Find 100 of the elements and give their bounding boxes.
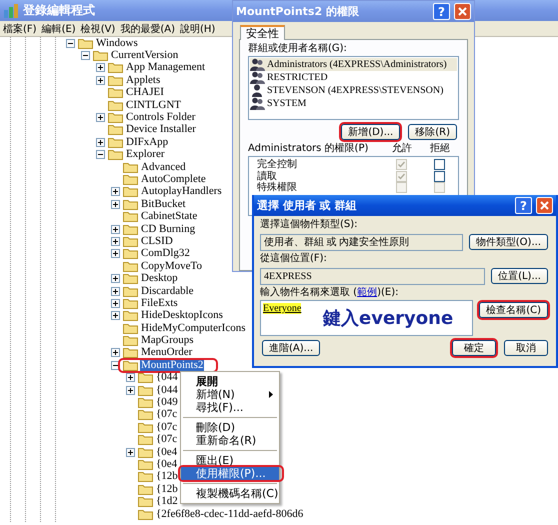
expand-toggle-icon[interactable] <box>96 138 105 147</box>
menu-item[interactable]: 我的最愛(A) <box>120 22 175 36</box>
tree-item[interactable]: AutoplayHandlers <box>140 186 223 198</box>
dialog-button[interactable]: 新增(D)... <box>341 124 400 140</box>
menu-item[interactable]: 複製機碼名稱(C) <box>181 487 279 500</box>
tree-item[interactable]: CLSID <box>140 236 174 247</box>
expand-toggle-icon[interactable] <box>96 113 105 122</box>
user-list-item[interactable]: RESTRICTED <box>250 71 457 84</box>
tree-item[interactable]: ComDlg32 <box>140 248 191 260</box>
object-types-button[interactable]: 物件類型(O)... <box>468 234 548 250</box>
menu-item[interactable]: 尋找(F)... <box>181 401 279 414</box>
tree-item[interactable]: AutoComplete <box>140 174 207 185</box>
locations-button[interactable]: 位置(L)... <box>491 268 548 284</box>
tree-item[interactable]: Advanced <box>140 162 187 173</box>
menu-item[interactable]: 展開 <box>181 375 279 388</box>
expand-toggle-icon[interactable] <box>111 360 120 370</box>
tree-item[interactable]: App Management <box>125 62 206 74</box>
tree-item[interactable]: HideDesktopIcons <box>140 310 224 322</box>
menu-item[interactable]: 編輯(E) <box>42 22 76 36</box>
menu-item[interactable]: 重新命名(R) <box>181 434 279 447</box>
tree-item[interactable]: Explorer <box>125 149 166 160</box>
expand-toggle-icon[interactable] <box>111 187 120 196</box>
menu-item[interactable]: 說明(H) <box>180 22 216 36</box>
folder-icon <box>138 434 153 446</box>
users-label: 群組或使用者名稱(G): <box>248 43 348 55</box>
tree-item[interactable]: {07c <box>155 434 178 446</box>
expand-toggle-icon[interactable] <box>111 311 120 320</box>
tree-item[interactable]: {07c <box>155 409 178 420</box>
expand-toggle-icon[interactable] <box>111 224 120 234</box>
tree-item[interactable]: {07c <box>155 422 178 433</box>
tree-item[interactable]: Applets <box>125 74 162 86</box>
expand-toggle-icon[interactable] <box>81 51 90 60</box>
tree-item[interactable]: FileExts <box>140 298 179 309</box>
advanced-button[interactable]: 進階(A)... <box>262 340 320 356</box>
menu-item[interactable]: 新增(N) <box>181 388 279 401</box>
dialog-button[interactable]: 移除(R) <box>408 124 457 140</box>
menu-item[interactable]: 使用權限(P)... <box>181 467 279 480</box>
menu-item[interactable]: 檢視(V) <box>80 22 116 36</box>
object-type-field[interactable]: 使用者、群組 或 內建安全性原則 <box>260 234 463 250</box>
tree-item[interactable]: CHAJEI <box>125 87 165 98</box>
help-button[interactable]: ? <box>433 3 450 20</box>
user-list-item[interactable]: Administrators (4EXPRESS\Administrators) <box>250 58 457 71</box>
expand-toggle-icon[interactable] <box>111 236 120 246</box>
user-list-item[interactable]: SYSTEM <box>250 97 457 110</box>
close-icon[interactable] <box>454 3 471 20</box>
tree-item[interactable]: Controls Folder <box>125 112 196 124</box>
tree-item[interactable]: CINTLGNT <box>125 100 182 111</box>
tree-item[interactable]: CabinetState <box>140 211 198 222</box>
tree-item[interactable]: {0e4 <box>155 458 178 470</box>
tree-item[interactable]: {0e4 <box>155 446 178 458</box>
tree-item[interactable]: Windows <box>95 38 139 49</box>
tree-item[interactable]: {044 <box>155 372 179 384</box>
expand-toggle-icon[interactable] <box>111 348 120 358</box>
tree-item[interactable]: CD Burning <box>140 224 196 235</box>
examples-link[interactable]: 範例 <box>357 287 378 298</box>
tree-item[interactable]: MapGroups <box>140 335 195 346</box>
tree-item[interactable]: {1d2 <box>155 496 179 508</box>
help-button[interactable]: ? <box>515 197 532 214</box>
ok-button[interactable]: 確定 <box>452 340 496 356</box>
user-list-item[interactable]: STEVENSON (4EXPRESS\STEVENSON) <box>250 84 457 97</box>
expand-toggle-icon[interactable] <box>96 76 105 85</box>
tree-item[interactable]: BitBucket <box>140 198 187 210</box>
tree-item[interactable]: Discardable <box>140 286 195 296</box>
tab[interactable]: 安全性 <box>240 25 285 40</box>
deny-checkbox[interactable] <box>434 159 444 170</box>
expand-toggle-icon[interactable] <box>111 249 120 258</box>
expand-toggle-icon[interactable] <box>126 386 135 395</box>
cancel-button[interactable]: 取消 <box>504 340 548 356</box>
location-field[interactable]: 4EXPRESS <box>260 268 486 284</box>
expand-toggle-icon[interactable] <box>66 38 75 48</box>
tree-item[interactable]: Desktop <box>140 273 179 284</box>
deny-checkbox[interactable] <box>434 170 444 182</box>
tree-item[interactable]: {2fe6f8e8-cdec-11dd-aefd-806d6 <box>155 508 304 520</box>
tree-item[interactable]: {12b <box>155 484 179 495</box>
tree-item[interactable]: MountPoints2 <box>140 360 204 371</box>
menu-item[interactable]: 檔案(F) <box>3 22 37 36</box>
expand-toggle-icon[interactable] <box>96 150 105 160</box>
tree-item[interactable]: MenuOrder <box>140 347 194 358</box>
expand-toggle-icon[interactable] <box>111 200 120 209</box>
expand-toggle-icon[interactable] <box>96 63 105 72</box>
tree-item[interactable]: {12b <box>155 471 179 482</box>
window-title: MountPoints2 的權限 <box>236 4 360 19</box>
expand-toggle-icon[interactable] <box>111 286 120 296</box>
expand-toggle-icon[interactable] <box>111 298 120 308</box>
object-names-field[interactable]: Everyone 鍵入everyone <box>260 300 474 336</box>
tree-item[interactable]: CopyMoveTo <box>140 260 203 272</box>
tree-item[interactable]: HideMyComputerIcons <box>140 322 246 334</box>
tree-item[interactable]: {044 <box>155 384 179 396</box>
menu-item[interactable]: 刪除(D) <box>181 421 279 434</box>
tree-item[interactable]: DIFxApp <box>125 136 170 148</box>
folder-icon <box>123 322 138 334</box>
tree-item[interactable]: CurrentVersion <box>110 50 180 62</box>
expand-toggle-icon[interactable] <box>111 274 120 284</box>
tree-item[interactable]: {049 <box>155 397 179 408</box>
check-names-button[interactable]: 檢查名稱(C) <box>479 302 548 318</box>
expand-toggle-icon[interactable] <box>126 373 135 382</box>
menu-item[interactable]: 匯出(E) <box>181 454 279 467</box>
tree-item[interactable]: Device Installer <box>125 124 197 136</box>
expand-toggle-icon[interactable] <box>126 448 135 457</box>
close-icon[interactable] <box>536 197 553 214</box>
